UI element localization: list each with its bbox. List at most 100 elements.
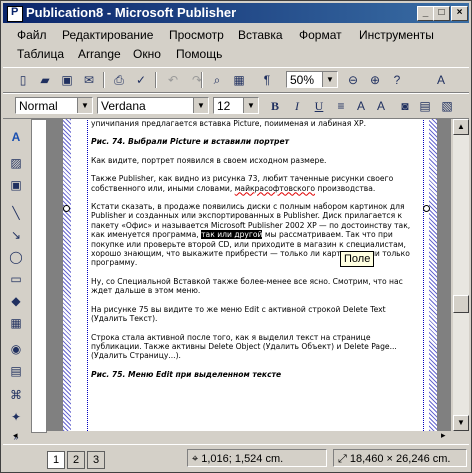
- toolbar-separator: [201, 72, 203, 88]
- publisher-window: Publication8 - Microsoft Publisher _ □ ×…: [0, 0, 472, 473]
- chevron-down-icon[interactable]: ▼: [243, 98, 258, 113]
- menu-insert[interactable]: Вставка: [238, 27, 283, 43]
- grid-icon[interactable]: ▦: [231, 72, 247, 88]
- page-tab-1[interactable]: 1: [47, 451, 65, 469]
- zoom-in-icon[interactable]: ⊕: [367, 72, 383, 88]
- right-margin-guide: [423, 119, 424, 431]
- scroll-down-icon[interactable]: ▼: [453, 415, 469, 431]
- position-value: 1,016; 1,524 cm.: [201, 453, 284, 465]
- zoom-out-icon[interactable]: ⊖: [345, 72, 361, 88]
- size-icon: ⤢: [338, 453, 350, 465]
- italic-icon[interactable]: I: [289, 98, 305, 114]
- text-direction-icon[interactable]: A: [433, 72, 449, 88]
- paragraph: упичипания предлагается вставка Picture,…: [91, 119, 366, 128]
- publication-page: упичипания предлагается вставка Picture,…: [63, 119, 437, 431]
- scroll-thumb[interactable]: [453, 295, 469, 313]
- cursor-position: ⌖ 1,016; 1,524 cm.: [187, 449, 327, 467]
- menu-file[interactable]: Файл: [17, 27, 47, 43]
- tooltip: Поле: [340, 251, 375, 267]
- vertical-scrollbar[interactable]: ▲ ▼: [453, 119, 469, 431]
- print-preview-icon[interactable]: ⌕: [209, 72, 225, 88]
- clip-art-tool-icon[interactable]: ▣: [8, 177, 24, 193]
- text-box-tool-icon[interactable]: A: [8, 129, 24, 145]
- font-size-select[interactable]: 12 ▼: [213, 97, 259, 114]
- design-gallery-tool-icon[interactable]: ✦: [8, 409, 24, 425]
- fill-color-icon[interactable]: ◙: [397, 98, 413, 114]
- paragraph: Как видите, портрет появился в своем исх…: [91, 155, 327, 165]
- shadow-icon[interactable]: ▤: [417, 98, 433, 114]
- menu-window[interactable]: Окно: [133, 46, 161, 62]
- window-title: Publication8 - Microsoft Publisher: [26, 5, 237, 20]
- print-icon[interactable]: ⎙: [111, 72, 127, 88]
- arrow-tool-icon[interactable]: ↘: [8, 227, 24, 243]
- left-margin-guide: [87, 119, 88, 431]
- size-value: 18,460 × 26,246 cm.: [349, 453, 451, 465]
- misspelled-word[interactable]: майкрасофтовского: [235, 184, 315, 193]
- autoshapes-tool-icon[interactable]: ◆: [8, 293, 24, 309]
- chevron-down-icon[interactable]: ▼: [193, 98, 208, 113]
- underline-icon[interactable]: U: [311, 98, 327, 114]
- special-characters-icon[interactable]: ¶: [259, 72, 275, 88]
- menu-table[interactable]: Таблица: [17, 46, 64, 62]
- font-select[interactable]: Verdana ▼: [97, 97, 209, 114]
- decrease-font-icon[interactable]: A: [353, 98, 369, 114]
- scroll-left-icon[interactable]: ◂: [13, 430, 18, 441]
- align-left-icon[interactable]: ≡: [333, 98, 349, 114]
- menu-edit[interactable]: Редактирование: [62, 27, 153, 43]
- html-fragment-tool-icon[interactable]: ⌘: [8, 387, 24, 403]
- close-button[interactable]: ×: [451, 6, 468, 21]
- spellcheck-icon[interactable]: ✓: [133, 72, 149, 88]
- line-tool-icon[interactable]: ╲: [8, 205, 24, 221]
- paragraph: Также Publisher, как видно из рисунка 73…: [91, 174, 421, 193]
- menu-tools[interactable]: Инструменты: [359, 27, 434, 43]
- font-value: Verdana: [101, 99, 146, 113]
- zoom-value: 50%: [290, 73, 315, 87]
- email-icon[interactable]: ✉: [81, 72, 97, 88]
- menu-format[interactable]: Формат: [299, 27, 342, 43]
- horizontal-scrollbar[interactable]: ◂ ▸: [3, 430, 453, 444]
- new-document-icon[interactable]: ▯: [15, 72, 31, 88]
- paragraph: На рисунке 75 вы видите то же меню Edit …: [91, 304, 386, 324]
- chevron-down-icon[interactable]: ▼: [77, 98, 92, 113]
- chevron-down-icon[interactable]: ▼: [322, 72, 337, 87]
- menu-arrange[interactable]: Arrange: [78, 46, 121, 62]
- save-icon[interactable]: ▣: [59, 72, 75, 88]
- objects-toolbar: A ▨ ▣ ╲ ↘ ◯ ▭ ◆ ▦ ◉ ▤ ⌘ ✦ »: [3, 119, 29, 442]
- publisher-app-icon[interactable]: [7, 6, 23, 22]
- 3d-icon[interactable]: ▧: [439, 98, 455, 114]
- undo-icon[interactable]: ↶: [165, 72, 181, 88]
- maximize-button[interactable]: □: [433, 6, 450, 21]
- selected-text[interactable]: так или другой: [201, 230, 263, 240]
- menu-help[interactable]: Помощь: [176, 46, 222, 62]
- figure-caption: Рис. 74. Выбрали Picture и вставили порт…: [91, 137, 290, 147]
- table-tool-icon[interactable]: ▦: [8, 315, 24, 331]
- style-select[interactable]: Normal ▼: [15, 97, 93, 114]
- page-tab-2[interactable]: 2: [67, 451, 85, 469]
- style-value: Normal: [19, 99, 58, 113]
- scroll-right-icon[interactable]: ▸: [441, 430, 446, 441]
- font-size-value: 12: [217, 99, 231, 113]
- oval-tool-icon[interactable]: ◯: [8, 249, 24, 265]
- hot-spot-tool-icon[interactable]: ◉: [8, 341, 24, 357]
- title-bar[interactable]: Publication8 - Microsoft Publisher _ □ ×: [3, 3, 469, 23]
- frame-handle[interactable]: [63, 205, 70, 212]
- menu-bar: Файл Редактирование Просмотр Вставка Фор…: [3, 25, 469, 65]
- open-folder-icon[interactable]: ▰: [37, 72, 53, 88]
- scroll-up-icon[interactable]: ▲: [453, 119, 469, 135]
- bold-icon[interactable]: B: [267, 98, 283, 114]
- increase-font-icon[interactable]: A: [373, 98, 389, 114]
- status-bar: 1 2 3 ⌖ 1,016; 1,524 cm. ⤢ 18,460 × 26,2…: [3, 444, 469, 471]
- menu-view[interactable]: Просмотр: [169, 27, 224, 43]
- help-icon[interactable]: ?: [389, 72, 405, 88]
- document-workspace[interactable]: упичипания предлагается вставка Picture,…: [47, 119, 451, 431]
- frame-handle[interactable]: [423, 205, 430, 212]
- vertical-ruler[interactable]: [31, 119, 47, 433]
- rectangle-tool-icon[interactable]: ▭: [8, 271, 24, 287]
- minimize-button[interactable]: _: [417, 6, 434, 21]
- form-control-tool-icon[interactable]: ▤: [8, 363, 24, 379]
- page-tab-3[interactable]: 3: [87, 451, 105, 469]
- toolbar-separator: [103, 72, 105, 88]
- standard-toolbar: ▯ ▰ ▣ ✉ ⎙ ✓ ↶ ↷ ⌕ ▦ ¶ 50% ▼ ⊖ ⊕ ? A: [3, 67, 469, 93]
- picture-frame-tool-icon[interactable]: ▨: [8, 155, 24, 171]
- zoom-select[interactable]: 50% ▼: [286, 71, 338, 88]
